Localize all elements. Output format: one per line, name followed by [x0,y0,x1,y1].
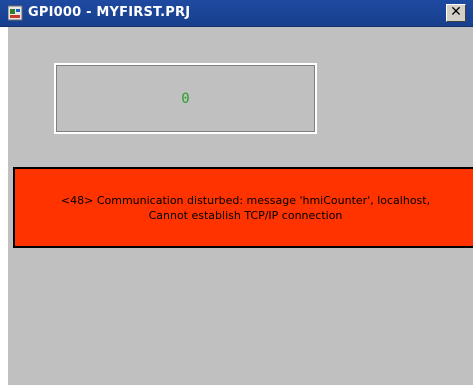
communication-error-banner: <48> Communication disturbed: message 'h… [13,167,473,248]
application-window: GPI000 - MYFIRST.PRJ ✕ 0 <48> Communicat… [0,0,473,385]
counter-display: 0 [54,63,317,134]
error-message-line-2: Cannot establish TCP/IP connection [148,208,343,222]
close-icon: ✕ [450,4,462,20]
counter-value: 0 [181,90,190,107]
error-message-line-1: <48> Communication disturbed: message 'h… [60,193,431,207]
title-bar[interactable]: GPI000 - MYFIRST.PRJ ✕ [0,0,473,27]
hmi-canvas: 0 <48> Communication disturbed: message … [8,27,473,385]
app-icon[interactable] [7,5,24,21]
close-button[interactable]: ✕ [446,4,466,22]
window-title: GPI000 - MYFIRST.PRJ [28,5,191,20]
